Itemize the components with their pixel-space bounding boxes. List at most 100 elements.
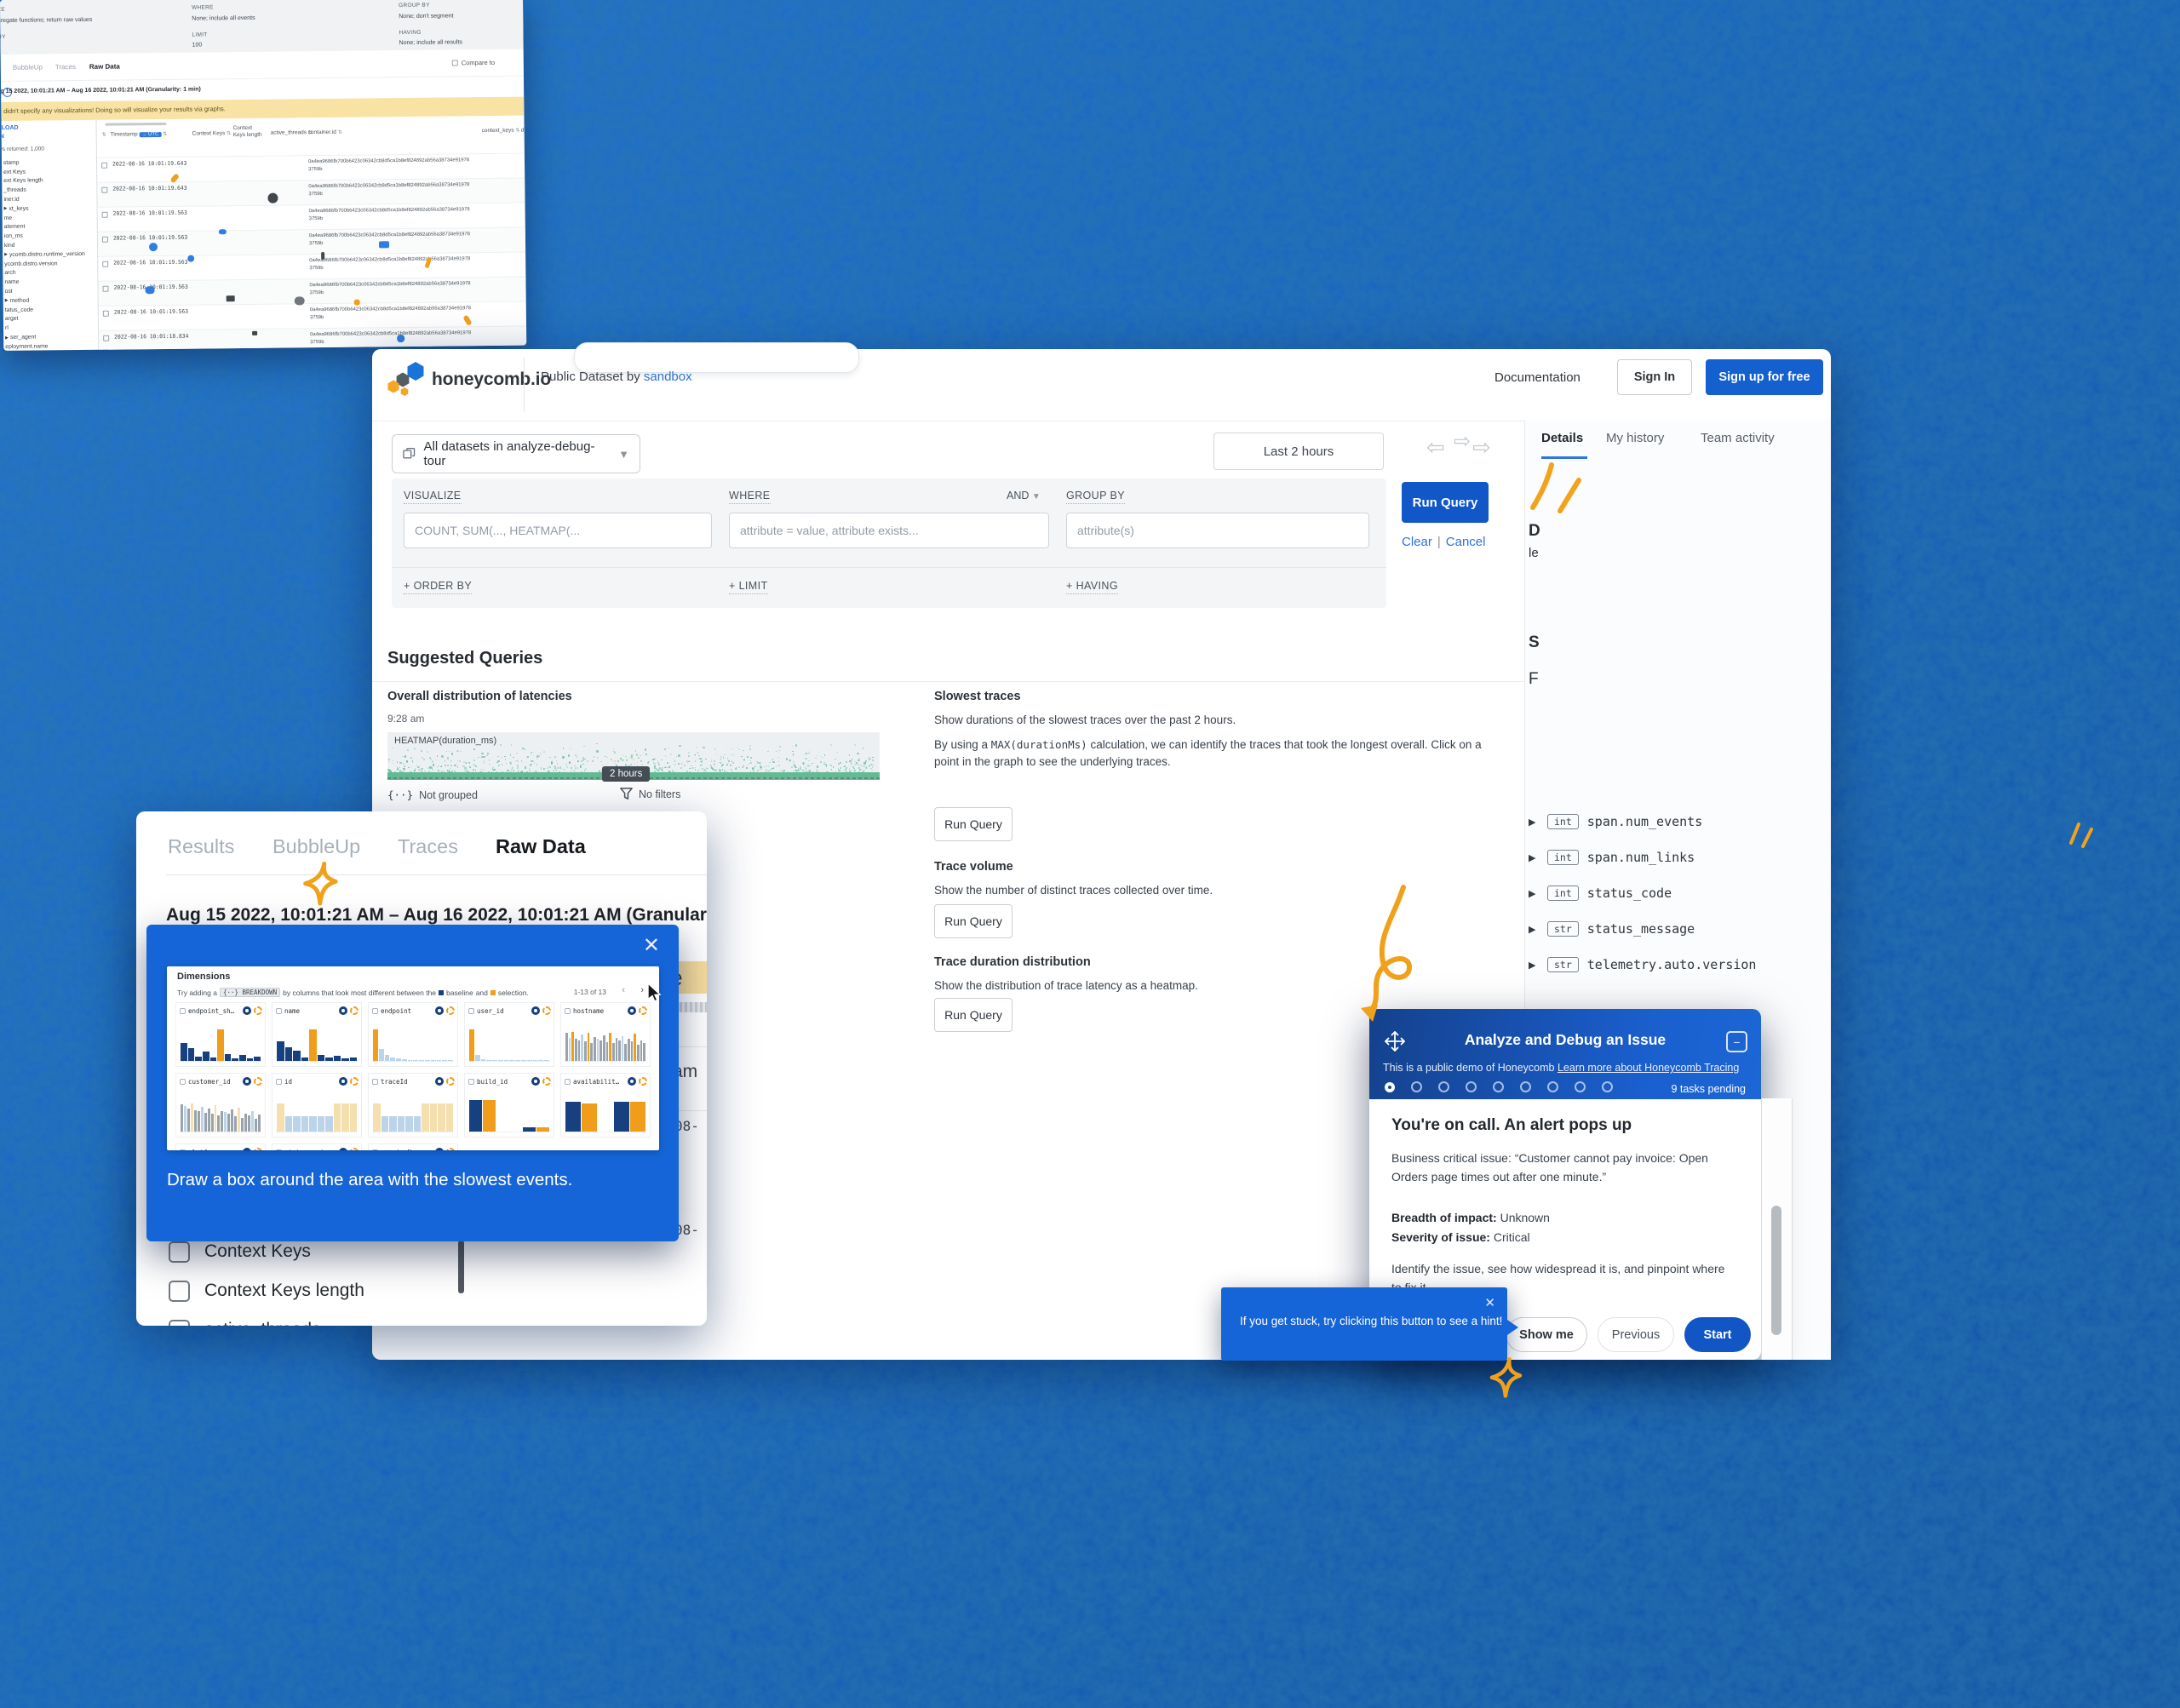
selection-icon[interactable] [542,1006,551,1015]
dimension-card[interactable]: customer_id [175,1073,266,1138]
tour-dialog-header[interactable]: Analyze and Debug an Issue − This is a p… [1369,1009,1761,1099]
column-header-context-keys-length[interactable]: Context Keys length [233,125,264,140]
sort-icon[interactable]: ⇅ [102,132,106,138]
tour-step-dot[interactable] [1602,1081,1613,1092]
checkbox[interactable] [169,1320,190,1327]
baseline-icon[interactable] [628,1006,636,1015]
checkbox[interactable] [452,60,458,66]
dimension-card[interactable]: serviceName [368,1143,458,1150]
dimension-card[interactable]: availability_... [560,1073,651,1138]
selection-icon[interactable] [639,1077,647,1086]
selection-icon[interactable] [350,1077,359,1086]
selection-icon[interactable] [542,1077,551,1086]
pager-prev-icon[interactable]: ‹ [622,985,625,995]
expander-icon[interactable]: ▶ [1529,852,1539,863]
and-operator-select[interactable]: AND ▼ [1007,490,1041,502]
tour-step-dot[interactable] [1547,1081,1558,1092]
tab-team-activity[interactable]: Team activity [1701,431,1775,445]
tour-step-dot[interactable] [1575,1081,1586,1092]
tour-step-dot[interactable] [1520,1081,1531,1092]
expander-icon[interactable]: ▶ [1529,960,1539,971]
selection-icon[interactable] [350,1006,359,1015]
run-query-button[interactable]: Run Query [934,998,1013,1032]
tab-traces[interactable]: Traces [398,835,458,858]
dimension-card[interactable]: name [272,1002,362,1067]
dimension-card[interactable]: traceId [368,1073,458,1138]
sign-in-button[interactable]: Sign In [1617,359,1692,395]
scrollbar-thumb[interactable] [1771,1206,1781,1335]
order-by-toggle[interactable]: + ORDER BY [404,580,472,594]
json-link[interactable]: JSON [1,134,3,140]
history-forward-icon[interactable]: ⇨ [1472,434,1491,461]
dataset-picker[interactable]: All datasets in analyze-debug-tour ▼ [392,434,640,473]
dimension-card[interactable]: platform [175,1143,266,1150]
collapse-sidebar-icon[interactable]: ⇨ [1454,429,1471,454]
column-header-context-keys2[interactable]: context_keys ⇅ [482,128,520,134]
tab-raw-data[interactable]: Raw Data [89,63,120,71]
dimension-card[interactable]: endpoint [368,1002,458,1067]
group-by-input[interactable] [1066,513,1369,548]
pager-next-icon[interactable]: › [640,985,644,995]
expander-icon[interactable]: ▶ [1529,888,1539,899]
history-back-icon[interactable]: ⇦ [1426,434,1445,461]
selection-icon[interactable] [254,1148,262,1150]
compare-to-checkbox[interactable]: Compare to [452,59,495,67]
dimension-card[interactable]: status_code [272,1143,362,1150]
baseline-icon[interactable] [243,1148,251,1150]
baseline-icon[interactable] [243,1006,251,1015]
schema-field-row[interactable]: ▶intspan.num_links [1529,840,1827,875]
download-link[interactable]: DOWNLOAD [1,125,18,131]
tour-step-dot[interactable] [1493,1081,1504,1092]
sidebar-scrollbar-track[interactable] [1761,1098,1793,1360]
horizontal-scrollbar[interactable] [106,123,167,126]
close-icon[interactable]: ✕ [643,933,660,958]
column-header-container-id[interactable]: container.id ⇅ [308,129,342,135]
baseline-icon[interactable] [628,1077,636,1086]
baseline-icon[interactable] [339,1006,347,1015]
time-range-input[interactable]: Last 2 hours [1213,433,1384,470]
baseline-icon[interactable] [531,1006,540,1015]
documentation-link[interactable]: Documentation [1494,370,1580,385]
tab-bubbleup[interactable]: BubbleUp [13,63,43,71]
baseline-icon[interactable] [243,1077,251,1086]
latency-heatmap-chart[interactable]: HEATMAP(duration_ms) 2 hours [387,732,880,780]
column-header-timestamp[interactable]: Timestamp → UTC ⇅ [111,131,168,138]
sandbox-link[interactable]: sandbox [644,370,692,384]
run-query-button[interactable]: Run Query [934,904,1013,938]
tab-details[interactable]: Details [1541,431,1583,445]
honeycomb-logo[interactable]: honeycomb.io [387,361,551,398]
visualize-input[interactable] [404,513,712,548]
sign-up-button[interactable]: Sign up for free [1706,359,1823,395]
run-query-button[interactable]: Run Query [1402,482,1489,523]
start-button[interactable]: Start [1684,1317,1751,1352]
baseline-icon[interactable] [339,1077,347,1086]
baseline-icon[interactable] [339,1148,347,1150]
tour-step-dot[interactable] [1411,1081,1422,1092]
checkbox-row[interactable]: active_threads [136,1310,647,1326]
having-toggle[interactable]: + HAVING [1066,580,1118,594]
close-icon[interactable]: ✕ [1484,1295,1495,1310]
dimension-card[interactable]: user_id [464,1002,554,1067]
tab-my-history[interactable]: My history [1606,431,1664,445]
schema-field-row[interactable]: ▶intstatus_code [1529,875,1827,911]
column-header-context-keys[interactable]: Context Keys ⇅ [192,130,232,136]
selection-icon[interactable] [446,1006,455,1015]
schema-field-row[interactable]: ▶strtelemetry.auto.version [1529,947,1827,983]
checkbox-row[interactable]: Context Keys length [136,1271,647,1310]
checkbox[interactable] [169,1281,190,1302]
selection-icon[interactable] [254,1077,262,1086]
tab-bubbleup[interactable]: BubbleUp [272,835,360,858]
clear-link[interactable]: Clear [1402,535,1432,549]
run-query-button[interactable]: Run Query [934,807,1013,841]
raw-data-row[interactable]: 2022-08-16 10:01:18.8340a4ea9686fb700b64… [99,326,526,350]
baseline-icon[interactable] [435,1006,444,1015]
expander-icon[interactable]: ▶ [1529,924,1539,935]
schema-field-row[interactable]: ▶strstatus_message [1529,911,1827,947]
column-header-active-threads[interactable]: active_threads ⇅ [271,129,313,136]
tour-step-dot[interactable] [1385,1082,1395,1092]
tab-raw-data[interactable]: Raw Data [496,835,586,858]
tour-step-dot[interactable] [1438,1081,1449,1092]
tab-results[interactable]: Results [168,835,234,858]
dimension-card[interactable]: endpoint_shape [175,1002,266,1067]
selection-icon[interactable] [446,1077,455,1086]
